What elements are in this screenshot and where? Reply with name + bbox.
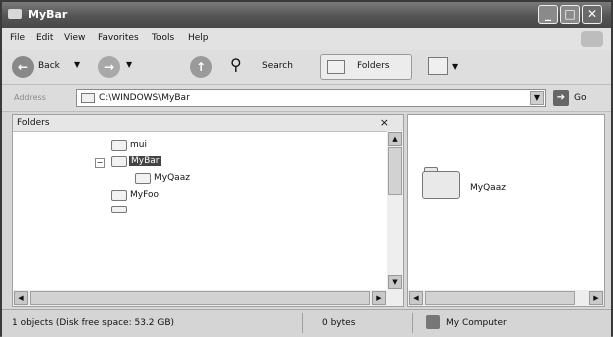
status-location: My Computer <box>446 318 507 328</box>
menu-file[interactable]: File <box>10 33 25 43</box>
search-label: Search <box>262 61 293 71</box>
menu-view[interactable]: View <box>64 33 85 43</box>
forward-dropdown-icon[interactable]: ▼ <box>126 60 132 69</box>
scroll-down-icon[interactable]: ▼ <box>388 275 402 289</box>
menu-bar: File Edit View Favorites Tools Help <box>2 28 611 51</box>
menu-tools[interactable]: Tools <box>152 33 174 43</box>
computer-icon <box>426 315 440 329</box>
address-value: C:\WINDOWS\MyBar <box>99 93 190 103</box>
scroll-left-icon[interactable]: ◀ <box>14 291 28 305</box>
back-arrow-icon: ← <box>12 56 34 78</box>
title-bar[interactable]: MyBar _ □ ✕ <box>2 2 611 28</box>
close-icon: ✕ <box>586 7 598 21</box>
go-label: Go <box>574 93 587 103</box>
search-icon: ⚲ <box>230 55 242 74</box>
folders-label: Folders <box>357 61 390 71</box>
tree-item-label: MyQaaz <box>154 173 190 183</box>
maximize-button[interactable]: □ <box>560 5 580 24</box>
folders-pane-title: Folders <box>17 118 50 128</box>
scroll-thumb[interactable] <box>425 291 575 305</box>
folders-pane-header: Folders × <box>13 115 403 132</box>
window-title: MyBar <box>28 8 68 21</box>
folder-icon <box>135 173 151 184</box>
folder-icon <box>8 9 22 19</box>
views-button[interactable]: ▼ <box>428 54 468 80</box>
close-button[interactable]: ✕ <box>582 5 602 24</box>
tree-item-partial[interactable] <box>111 205 231 213</box>
tree-item-label: MyFoo <box>130 190 159 200</box>
folder-icon <box>81 93 95 103</box>
back-label: Back <box>38 61 60 71</box>
status-divider <box>412 313 413 333</box>
go-arrow-icon: ➔ <box>553 90 569 106</box>
views-dropdown-icon[interactable]: ▼ <box>452 62 458 71</box>
folders-pane: Folders × mui − MyBar MyQaaz MyFoo ▲ ▼ ◀… <box>12 114 404 307</box>
folder-icon <box>422 167 460 199</box>
contents-pane: MyQaaz ◀ ▶ <box>407 114 605 307</box>
menu-favorites[interactable]: Favorites <box>98 33 139 43</box>
toolbar: ← Back ▼ → ▼ ↑ ⚲ Search Folders ▼ <box>2 50 611 85</box>
collapse-icon[interactable]: − <box>95 158 105 168</box>
scroll-right-icon[interactable]: ▶ <box>372 291 386 305</box>
scroll-left-icon[interactable]: ◀ <box>409 291 423 305</box>
contents-horizontal-scrollbar[interactable]: ◀ ▶ <box>408 290 604 306</box>
folders-icon <box>327 60 345 74</box>
minimize-icon: _ <box>545 7 551 21</box>
windows-logo-icon <box>581 31 603 47</box>
scroll-right-icon[interactable]: ▶ <box>589 291 603 305</box>
menu-edit[interactable]: Edit <box>36 33 53 43</box>
minimize-button[interactable]: _ <box>538 5 558 24</box>
folder-icon <box>111 190 127 201</box>
folders-vertical-scrollbar[interactable]: ▲ ▼ <box>387 131 403 290</box>
back-button[interactable]: ← Back ▼ <box>12 54 92 80</box>
address-dropdown-icon[interactable]: ▼ <box>530 91 544 105</box>
folders-button[interactable]: Folders <box>320 54 412 80</box>
folder-tree: mui − MyBar MyQaaz MyFoo <box>13 131 387 290</box>
forward-arrow-icon: → <box>98 56 120 78</box>
status-divider <box>302 313 303 333</box>
tree-item-label: MyBar <box>129 156 162 166</box>
scroll-thumb[interactable] <box>388 147 402 195</box>
forward-button[interactable]: → ▼ <box>98 54 140 80</box>
menu-help[interactable]: Help <box>188 33 209 43</box>
folder-icon <box>111 206 127 213</box>
search-button[interactable]: ⚲ Search <box>230 54 314 80</box>
views-icon <box>428 57 448 75</box>
back-dropdown-icon[interactable]: ▼ <box>74 60 80 69</box>
address-bar: Address C:\WINDOWS\MyBar ▼ ➔ Go <box>2 85 611 112</box>
explorer-window: MyBar _ □ ✕ File Edit View Favorites Too… <box>0 0 613 337</box>
address-label: Address <box>14 93 46 102</box>
folders-horizontal-scrollbar[interactable]: ◀ ▶ <box>13 290 403 306</box>
address-input[interactable]: C:\WINDOWS\MyBar ▼ <box>76 89 546 107</box>
folder-icon <box>111 156 127 167</box>
content-item-label: MyQaaz <box>470 183 506 193</box>
up-folder-button[interactable]: ↑ <box>188 54 216 80</box>
scroll-up-icon[interactable]: ▲ <box>388 132 402 146</box>
close-pane-icon[interactable]: × <box>380 116 389 129</box>
tree-item-label: mui <box>130 140 147 150</box>
folder-icon <box>111 140 127 151</box>
maximize-icon: □ <box>564 7 576 21</box>
up-arrow-icon: ↑ <box>190 56 212 78</box>
status-bar: 1 objects (Disk free space: 53.2 GB) 0 b… <box>2 309 611 337</box>
status-objects: 1 objects (Disk free space: 53.2 GB) <box>12 318 175 328</box>
status-size: 0 bytes <box>322 318 356 328</box>
scroll-thumb[interactable] <box>30 291 370 305</box>
